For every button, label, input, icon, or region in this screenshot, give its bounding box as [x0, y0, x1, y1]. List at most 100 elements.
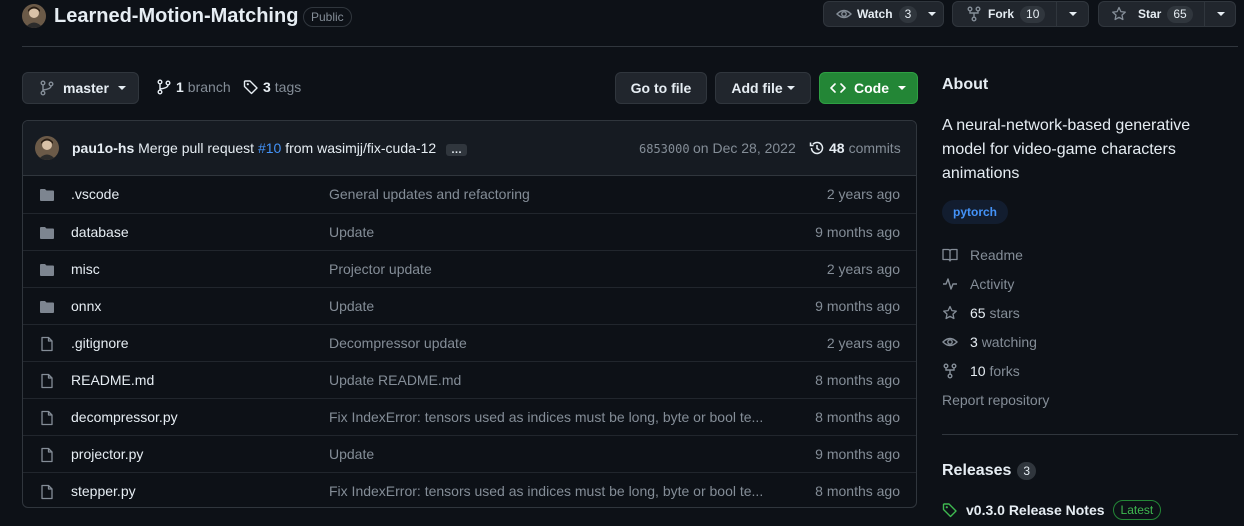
- chevron-down-icon[interactable]: [1216, 9, 1226, 19]
- latest-commit-bar: pau1o-hs Merge pull request #10 from was…: [23, 121, 916, 176]
- release-name[interactable]: v0.3.0 Release Notes: [966, 502, 1105, 518]
- file-row[interactable]: stepper.py Fix IndexError: tensors used a…: [23, 472, 916, 507]
- chevron-down-icon: [117, 83, 127, 93]
- folder-icon: [39, 225, 55, 241]
- folder-icon: [39, 299, 55, 315]
- file-commit-message[interactable]: Decompressor update: [329, 335, 467, 351]
- file-name[interactable]: .gitignore: [71, 335, 129, 351]
- go-to-file-button[interactable]: Go to file: [615, 72, 707, 104]
- branch-name: master: [63, 80, 109, 96]
- commit-message-suffix[interactable]: from wasimjj/fix-cuda-12: [285, 140, 436, 156]
- commit-sha[interactable]: 6853000: [639, 142, 690, 156]
- file-age: 2 years ago: [826, 261, 900, 277]
- file-name[interactable]: .vscode: [71, 186, 119, 202]
- file-commit-message[interactable]: General updates and refactoring: [329, 186, 530, 202]
- commit-message-prefix[interactable]: Merge pull request: [138, 140, 254, 156]
- file-icon: [39, 447, 55, 463]
- commit-date: on Dec 28, 2022: [693, 140, 796, 156]
- owner-avatar[interactable]: [22, 4, 46, 28]
- activity-link[interactable]: Activity: [942, 276, 1014, 292]
- file-name[interactable]: stepper.py: [71, 483, 136, 499]
- book-icon: [942, 247, 958, 263]
- repo-name[interactable]: Learned-Motion-Matching: [54, 5, 298, 28]
- file-row[interactable]: decompressor.py Fix IndexError: tensors u…: [23, 398, 916, 435]
- file-name[interactable]: database: [71, 224, 129, 240]
- about-heading: About: [942, 76, 989, 93]
- add-file-button[interactable]: Add file: [715, 72, 811, 104]
- visibility-badge: Public: [303, 7, 352, 27]
- tags-link[interactable]: 3 tags: [243, 79, 301, 95]
- latest-badge: Latest: [1112, 500, 1162, 520]
- tag-label: tags: [274, 79, 302, 95]
- divider: [1056, 2, 1058, 26]
- report-repository-link[interactable]: Report repository: [942, 392, 1049, 408]
- file-name[interactable]: onnx: [71, 298, 101, 314]
- file-row[interactable]: misc Projector update 2 years ago: [23, 250, 916, 287]
- pull-request-link[interactable]: #10: [258, 140, 281, 156]
- file-icon: [39, 410, 55, 426]
- eye-icon: [942, 334, 958, 350]
- expand-commit-button[interactable]: …: [446, 144, 468, 156]
- forks-link[interactable]: 10 forks: [942, 363, 1020, 379]
- star-icon: [1111, 6, 1127, 22]
- forks-label: forks: [989, 363, 1020, 379]
- commit-author[interactable]: pau1o-hs: [72, 140, 134, 156]
- releases-count: 3: [1017, 462, 1037, 480]
- branch-select[interactable]: master: [22, 72, 139, 104]
- file-name[interactable]: README.md: [71, 372, 154, 388]
- watchers-link[interactable]: 3 watching: [942, 334, 1037, 350]
- watch-count: 3: [898, 5, 918, 23]
- watch-button[interactable]: Watch 3: [823, 1, 944, 27]
- file-list: .vscode General updates and refactoring 2 …: [23, 176, 916, 507]
- fork-label: Fork: [988, 7, 1015, 21]
- commits-label: commits: [848, 140, 901, 156]
- code-button[interactable]: Code: [819, 72, 918, 104]
- chevron-down-icon: [927, 9, 937, 19]
- file-commit-message[interactable]: Update: [329, 446, 374, 462]
- file-icon: [39, 484, 55, 500]
- file-row[interactable]: .vscode General updates and refactoring 2 …: [23, 176, 916, 213]
- file-commit-message[interactable]: Update: [329, 298, 374, 314]
- file-age: 8 months ago: [815, 372, 900, 388]
- stars-label: stars: [989, 305, 1020, 321]
- file-row[interactable]: README.md Update README.md 8 months ago: [23, 361, 916, 398]
- stars-count: 65: [970, 305, 986, 321]
- file-name[interactable]: decompressor.py: [71, 409, 178, 425]
- history-icon: [809, 140, 825, 156]
- sidebar-divider: [942, 434, 1238, 435]
- file-row[interactable]: projector.py Update 9 months ago: [23, 435, 916, 472]
- file-age: 9 months ago: [815, 298, 900, 314]
- file-name[interactable]: misc: [71, 261, 100, 277]
- file-row[interactable]: database Update 9 months ago: [23, 213, 916, 250]
- latest-release[interactable]: v0.3.0 Release Notes Latest: [942, 500, 1162, 520]
- file-commit-message[interactable]: Fix IndexError: tensors used as indices …: [329, 483, 763, 499]
- branch-count: 1: [176, 79, 184, 95]
- branches-link[interactable]: 1 branch: [156, 79, 231, 95]
- file-row[interactable]: .gitignore Decompressor update 2 years ago: [23, 324, 916, 361]
- stars-link[interactable]: 65 stars: [942, 305, 1020, 321]
- branch-icon: [39, 80, 55, 96]
- releases-heading[interactable]: Releases: [942, 462, 1011, 480]
- star-button[interactable]: Star 65: [1098, 1, 1236, 27]
- readme-link[interactable]: Readme: [942, 247, 1023, 263]
- commit-author-avatar[interactable]: [35, 136, 59, 160]
- activity-label: Activity: [970, 276, 1015, 292]
- folder-icon: [39, 262, 55, 278]
- readme-label: Readme: [970, 247, 1023, 263]
- file-commit-message[interactable]: Update: [329, 224, 374, 240]
- fork-button[interactable]: Fork 10: [952, 1, 1089, 27]
- divider: [1203, 2, 1205, 26]
- file-commit-message[interactable]: Projector update: [329, 261, 432, 277]
- chevron-down-icon[interactable]: [1068, 9, 1078, 19]
- file-icon: [39, 373, 55, 389]
- file-row[interactable]: onnx Update 9 months ago: [23, 287, 916, 324]
- file-commit-message[interactable]: Fix IndexError: tensors used as indices …: [329, 409, 763, 425]
- commits-link[interactable]: 48 commits: [809, 140, 901, 156]
- tag-count: 3: [263, 79, 271, 95]
- star-count: 65: [1167, 5, 1193, 23]
- fork-icon: [966, 6, 982, 22]
- file-commit-message[interactable]: Update README.md: [329, 372, 461, 388]
- topic-pytorch[interactable]: pytorch: [942, 200, 1009, 224]
- file-name[interactable]: projector.py: [71, 446, 143, 462]
- watching-count: 3: [970, 334, 978, 350]
